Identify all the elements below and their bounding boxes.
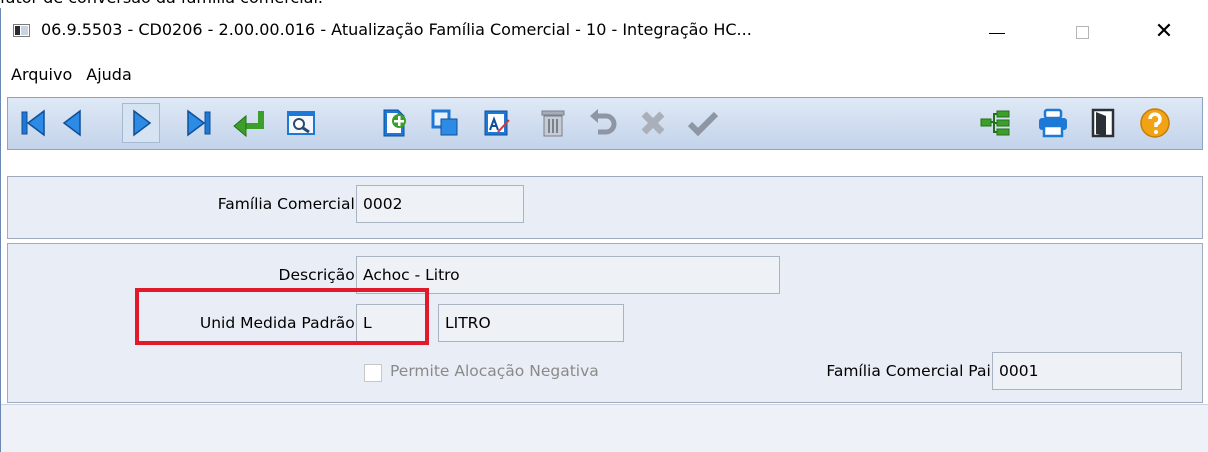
goto-button[interactable] xyxy=(230,103,268,143)
cancel-button[interactable] xyxy=(634,103,672,143)
familia-pai-field[interactable]: 0001 xyxy=(992,352,1182,390)
search-button[interactable] xyxy=(282,103,320,143)
exit-icon xyxy=(1091,108,1115,138)
menu-item-ajuda[interactable]: Ajuda xyxy=(78,65,132,84)
goto-enter-icon xyxy=(233,111,264,138)
menu-item-arquivo[interactable]: Arquivo xyxy=(1,65,72,84)
help-icon xyxy=(1140,108,1170,138)
delete-icon xyxy=(541,110,565,137)
cutoff-caption: fator de conversão da família comercial. xyxy=(0,0,323,8)
first-record-icon xyxy=(21,109,45,137)
print-icon xyxy=(1039,108,1067,138)
next-record-icon xyxy=(133,109,152,137)
familia-comercial-field[interactable]: 0002 xyxy=(356,185,524,223)
app-window-icon xyxy=(13,24,30,37)
confirm-icon xyxy=(687,111,719,137)
new-record-icon xyxy=(383,109,406,137)
tree-button[interactable] xyxy=(976,103,1014,143)
undo-button[interactable] xyxy=(584,103,622,143)
app-window: 06.9.5503 - CD0206 - 2.00.00.016 - Atual… xyxy=(0,8,1208,452)
previous-record-icon xyxy=(62,109,81,137)
copy-icon xyxy=(431,109,458,136)
new-record-button[interactable] xyxy=(376,103,414,143)
header-panel: Família Comercial: 0002 xyxy=(7,176,1203,239)
close-icon: ✕ xyxy=(1154,19,1174,44)
first-record-button[interactable] xyxy=(14,103,52,143)
undo-icon xyxy=(590,109,617,135)
menu-bar: Arquivo Ajuda xyxy=(1,58,1208,90)
edit-button[interactable] xyxy=(478,103,516,143)
search-icon xyxy=(287,111,315,135)
edit-icon xyxy=(484,110,510,136)
confirm-button[interactable] xyxy=(684,103,722,143)
maximize-icon xyxy=(1075,25,1089,39)
tree-icon xyxy=(980,110,1010,136)
exit-button[interactable] xyxy=(1084,103,1122,143)
toolbar xyxy=(7,97,1203,150)
cancel-icon xyxy=(641,111,665,135)
close-button[interactable]: ✕ xyxy=(1141,14,1187,50)
last-record-icon xyxy=(187,109,211,137)
title-bar: 06.9.5503 - CD0206 - 2.00.00.016 - Atual… xyxy=(1,8,1208,58)
familia-pai-label: Família Comercial Pai: xyxy=(826,362,996,380)
next-record-button[interactable] xyxy=(122,103,160,143)
window-title: 06.9.5503 - CD0206 - 2.00.00.016 - Atual… xyxy=(41,20,752,39)
highlight-box xyxy=(135,288,429,345)
unid-medida-description: LITRO xyxy=(438,304,624,342)
help-button[interactable] xyxy=(1136,103,1174,143)
previous-record-button[interactable] xyxy=(54,103,92,143)
permite-alocacao-label: Permite Alocação Negativa xyxy=(390,362,599,380)
last-record-button[interactable] xyxy=(180,103,218,143)
permite-alocacao-checkbox[interactable] xyxy=(364,364,382,382)
descricao-label: Descrição: xyxy=(278,266,360,284)
minimize-icon xyxy=(989,32,1005,34)
familia-comercial-label: Família Comercial: xyxy=(217,195,360,213)
copy-button[interactable] xyxy=(426,103,464,143)
minimize-button[interactable] xyxy=(974,14,1020,50)
print-button[interactable] xyxy=(1034,103,1072,143)
delete-button[interactable] xyxy=(534,103,572,143)
maximize-button[interactable] xyxy=(1059,14,1105,50)
status-area xyxy=(1,404,1208,452)
